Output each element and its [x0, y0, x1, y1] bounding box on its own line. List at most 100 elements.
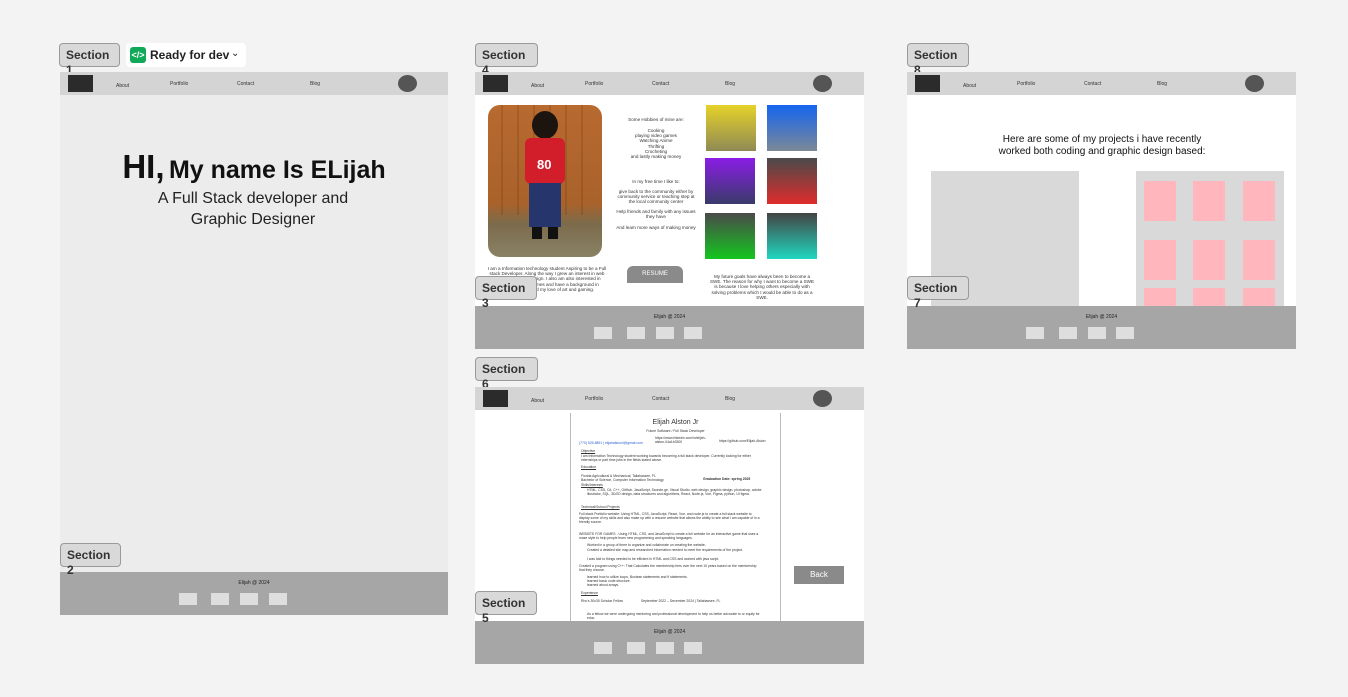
- resume-contact: (770) 525-8891 | elijahalston4@gmail.com: [579, 441, 643, 445]
- nav-contact[interactable]: Contact: [652, 396, 669, 402]
- footer-social-icon-4[interactable]: [1116, 327, 1134, 339]
- section-5-label[interactable]: Section 5: [475, 591, 537, 625]
- footer-copyright: Elijah @ 2024: [653, 629, 686, 635]
- nav-blog[interactable]: Blog: [725, 396, 735, 402]
- logo[interactable]: [915, 75, 940, 92]
- footer-social-icon-2[interactable]: [1059, 327, 1077, 339]
- skills-heading: Skills/Interests: [581, 483, 603, 487]
- resume-job-dates: September 2022 – December 2024 | Tallaha…: [641, 599, 721, 603]
- freetime-item-3: And learn more ways of making money: [616, 225, 696, 230]
- footer-social-icon-3[interactable]: [656, 642, 674, 654]
- project-thumb[interactable]: [1144, 240, 1176, 280]
- back-button-label: Back: [810, 570, 828, 579]
- section-6-label[interactable]: Section 6: [475, 357, 538, 391]
- resume-degree: Bachelor of Science, Computer Informatio…: [581, 478, 664, 482]
- nav-bar: About Portfolio Contact Blog: [475, 72, 864, 95]
- footer: Elijah @ 2024: [907, 306, 1296, 349]
- future-goals-text: My future goals have always been to beco…: [709, 274, 815, 300]
- hobbies-list: Cooking playing video games Watching Ani…: [630, 128, 682, 160]
- nav-contact[interactable]: Contact: [652, 81, 669, 87]
- footer-social-icon-4[interactable]: [269, 593, 287, 605]
- section-4-label[interactable]: Section 4: [475, 43, 538, 77]
- footer-social-icon-1[interactable]: [179, 593, 197, 605]
- project-2-bullet-3: I was told to things needed to be effici…: [587, 557, 720, 561]
- project-3-text: Created a program using C++: That Calcul…: [579, 564, 757, 573]
- nav-contact[interactable]: Contact: [1084, 81, 1101, 87]
- section-8-label[interactable]: Section 8: [907, 43, 969, 77]
- project-thumb[interactable]: [1144, 181, 1176, 221]
- freetime-title: In my free time I like to:: [632, 179, 680, 184]
- project-thumb[interactable]: [1243, 240, 1275, 280]
- nav-about[interactable]: About: [963, 83, 976, 89]
- logo[interactable]: [483, 75, 508, 92]
- avatar[interactable]: [813, 75, 832, 92]
- footer-social-icon-2[interactable]: [211, 593, 229, 605]
- footer-social-icon-3[interactable]: [1088, 327, 1106, 339]
- project-thumb[interactable]: [1243, 181, 1275, 221]
- avatar[interactable]: [398, 75, 417, 92]
- logo[interactable]: [483, 390, 508, 407]
- logo[interactable]: [68, 75, 93, 92]
- gradient-swatch-1: [706, 105, 756, 151]
- freetime-item-2: Help friends and family with any issues …: [616, 209, 696, 220]
- footer-social-icon-2[interactable]: [627, 642, 645, 654]
- code-icon: </>: [130, 47, 146, 63]
- nav-about[interactable]: About: [531, 398, 544, 404]
- back-button[interactable]: Back: [794, 566, 844, 584]
- gradient-swatch-3: [705, 158, 755, 204]
- nav-about[interactable]: About: [531, 83, 544, 89]
- nav-portfolio[interactable]: Portfolio: [1017, 81, 1035, 87]
- nav-portfolio[interactable]: Portfolio: [585, 81, 603, 87]
- footer-social-icon-4[interactable]: [684, 642, 702, 654]
- footer-copyright: Elijah @ 2024: [1085, 314, 1118, 320]
- status-text: Ready for dev: [150, 48, 230, 62]
- footer-copyright: Elijah @ 2024: [238, 580, 270, 586]
- experience-heading: Experience: [581, 591, 598, 595]
- hobbies-title: Some Hobbies of mine are:: [628, 117, 684, 122]
- nav-portfolio[interactable]: Portfolio: [585, 396, 603, 402]
- project-thumb[interactable]: [1193, 181, 1225, 221]
- section-1-label[interactable]: Section 1: [59, 43, 120, 77]
- resume-linkedin[interactable]: https://www.linkedin.com/in/elijah-alsto…: [655, 436, 715, 444]
- footer-social-icon-3[interactable]: [656, 327, 674, 339]
- footer-social-icon-2[interactable]: [627, 327, 645, 339]
- footer-social-icon-3[interactable]: [240, 593, 258, 605]
- gradient-swatch-2: [767, 105, 817, 151]
- resume-button[interactable]: RESUME: [627, 266, 683, 283]
- nav-portfolio[interactable]: Portfolio: [170, 81, 188, 87]
- section-2-label[interactable]: Section 2: [60, 543, 121, 577]
- resume-github[interactable]: https://github.com/Elijah-Alston: [719, 439, 775, 443]
- nav-blog[interactable]: Blog: [310, 81, 320, 87]
- footer: Elijah @ 2024: [60, 572, 448, 615]
- nav-blog[interactable]: Blog: [1157, 81, 1167, 87]
- home-frame: About Portfolio Contact Blog HI, My name…: [60, 72, 448, 615]
- project-card-2[interactable]: [1136, 171, 1284, 328]
- resume-document[interactable]: Elijah Alston Jr Future Software / Full …: [570, 413, 781, 621]
- projects-intro: Here are some of my projects i have rece…: [998, 134, 1206, 157]
- nav-contact[interactable]: Contact: [237, 81, 254, 87]
- footer-social-icon-4[interactable]: [684, 327, 702, 339]
- nav-bar: About Portfolio Contact Blog: [907, 72, 1296, 95]
- profile-photo: 80: [488, 105, 602, 257]
- resume-name: Elijah Alston Jr: [652, 419, 699, 426]
- section-7-label[interactable]: Section 7: [907, 276, 969, 310]
- resume-job-bullet: As a fellow we were undergoing mentoring…: [587, 612, 760, 621]
- svg-text:80: 80: [537, 157, 551, 172]
- footer-social-icon-1[interactable]: [594, 327, 612, 339]
- ready-for-dev-badge[interactable]: </> Ready for dev ⌄: [126, 43, 246, 67]
- hero-subtitle: A Full Stack developer and Graphic Desig…: [157, 190, 349, 228]
- footer-social-icon-1[interactable]: [1026, 327, 1044, 339]
- objective-heading: Objective: [581, 449, 596, 453]
- resume-frame: About Portfolio Contact Blog Elijah Alst…: [475, 387, 864, 664]
- nav-about[interactable]: About: [116, 83, 129, 89]
- project-thumb[interactable]: [1193, 240, 1225, 280]
- avatar[interactable]: [813, 390, 832, 407]
- section-3-label[interactable]: Section 3: [475, 276, 537, 310]
- footer: Elijah @ 2024: [475, 306, 864, 349]
- nav-blog[interactable]: Blog: [725, 81, 735, 87]
- avatar[interactable]: [1245, 75, 1264, 92]
- project-2-bullet-2: Created a detailed site map and research…: [587, 548, 744, 552]
- footer-social-icon-1[interactable]: [594, 642, 612, 654]
- resume-job: Rho's 30x30 Scholar Fellow: [581, 599, 623, 603]
- chevron-down-icon[interactable]: ⌄: [231, 48, 239, 59]
